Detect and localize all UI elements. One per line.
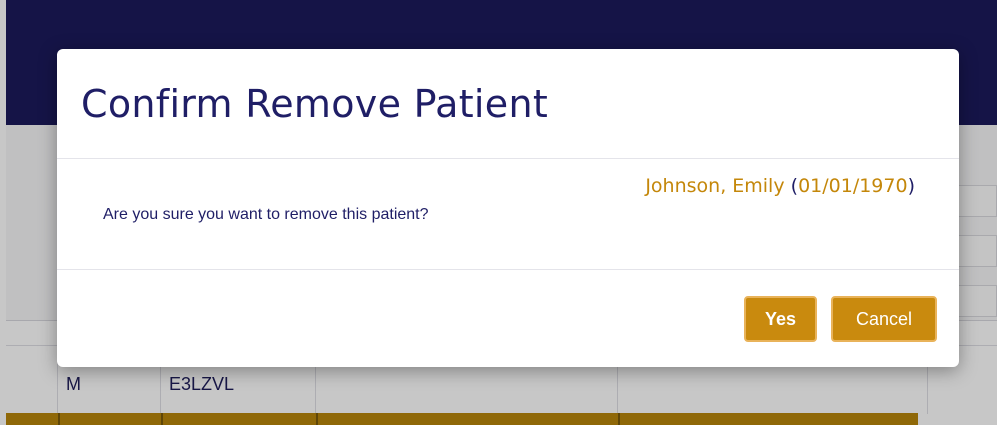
- dialog-header: Confirm Remove Patient: [57, 49, 959, 159]
- close-paren: ): [907, 175, 915, 197]
- open-paren: (: [790, 175, 799, 197]
- yes-button[interactable]: Yes: [744, 296, 817, 342]
- dialog-title: Confirm Remove Patient: [81, 82, 549, 126]
- cancel-button[interactable]: Cancel: [831, 296, 937, 342]
- patient-reference: Johnson, Emily (01/01/1970): [645, 175, 915, 197]
- patient-dob: 01/01/1970: [798, 175, 908, 197]
- confirm-remove-dialog: Confirm Remove Patient Johnson, Emily (0…: [57, 49, 959, 367]
- dialog-body: Johnson, Emily (01/01/1970) Are you sure…: [57, 159, 959, 270]
- patient-name: Johnson, Emily: [645, 175, 785, 197]
- confirmation-message: Are you sure you want to remove this pat…: [103, 206, 429, 223]
- dialog-footer: Yes Cancel: [57, 270, 959, 367]
